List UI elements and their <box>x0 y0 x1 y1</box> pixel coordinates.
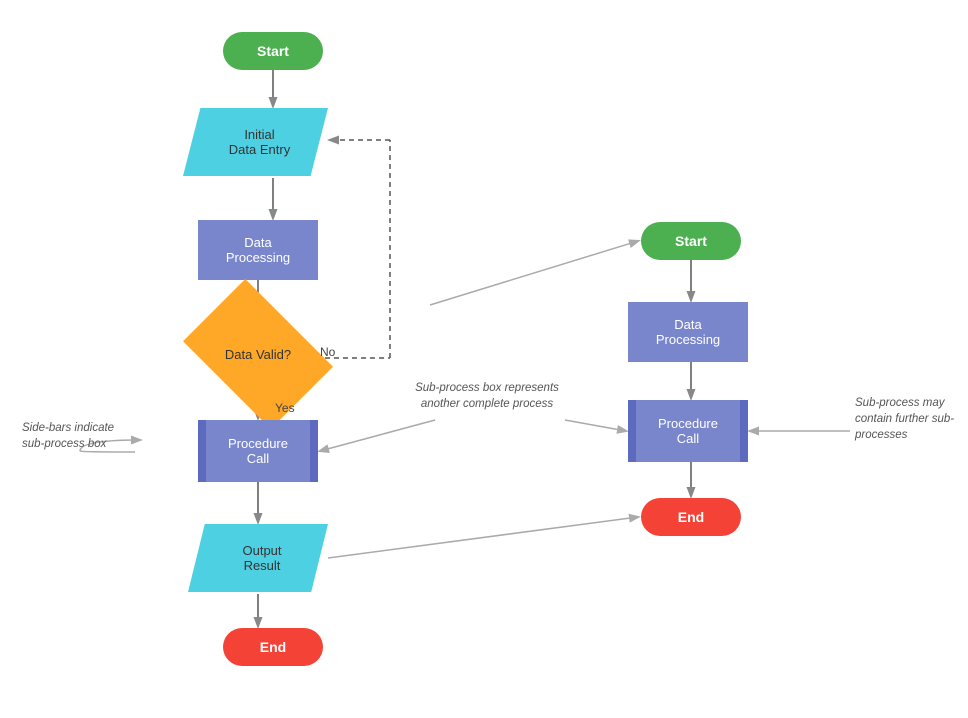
initial-data-entry-node: InitialData Entry <box>183 108 328 176</box>
output-result-node: OutputResult <box>188 524 328 592</box>
diamond-label: Data Valid? <box>225 347 291 362</box>
left-start-node: Start <box>223 32 323 70</box>
yes-label: Yes <box>275 400 295 417</box>
right-data-processing-node: DataProcessing <box>628 302 748 362</box>
right-end-node: End <box>641 498 741 536</box>
left-procedure-call-node: ProcedureCall <box>198 420 318 482</box>
subprocess-annotation: Sub-process box represents another compl… <box>412 380 562 412</box>
flowchart-diagram: Start InitialData Entry DataProcessing D… <box>0 0 968 718</box>
left-data-processing-node: DataProcessing <box>198 220 318 280</box>
data-valid-diamond: Data Valid? <box>196 310 320 398</box>
right-procedure-call-node: ProcedureCall <box>628 400 748 462</box>
subcontain-annotation: Sub-process may contain further sub-proc… <box>855 395 960 443</box>
sidebar-annotation: Side-bars indicate sub-process box <box>22 420 132 452</box>
left-end-node: End <box>223 628 323 666</box>
no-label: No <box>320 344 335 361</box>
right-start-node: Start <box>641 222 741 260</box>
